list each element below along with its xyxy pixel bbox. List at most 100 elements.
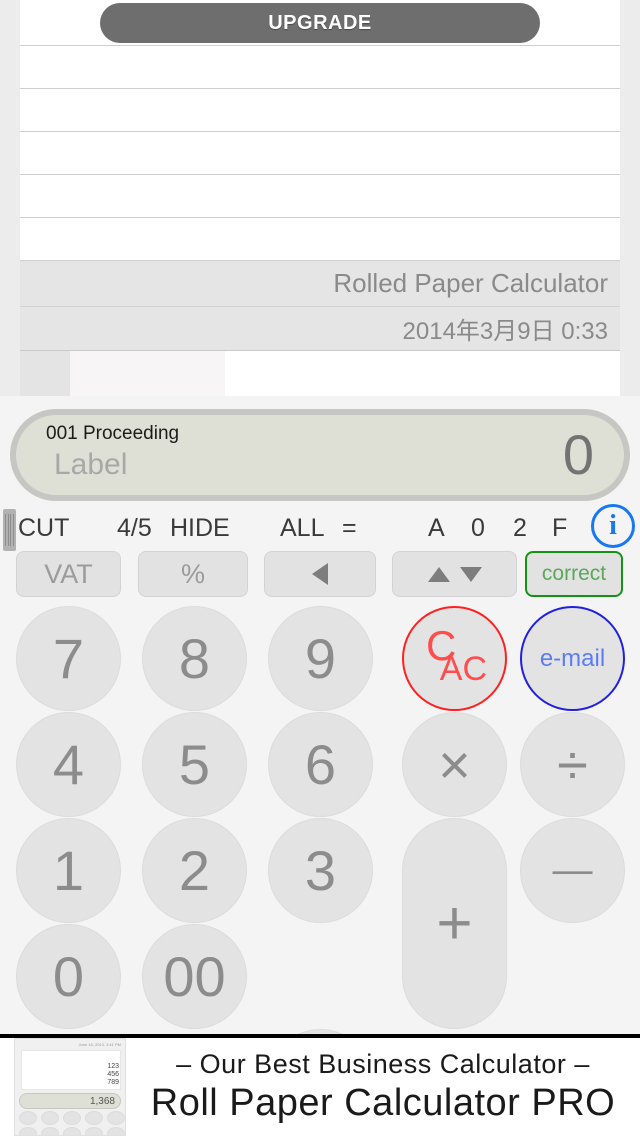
key-3[interactable]: 3 [268,818,373,923]
keypad: 7 8 9 C AC e-mail 4 5 6 × ÷ 1 2 3 + — 0 [0,604,640,1136]
percent-label: % [180,558,205,589]
backspace-button[interactable] [264,551,376,597]
tape-row[interactable] [20,132,620,175]
status-digit-0[interactable]: 0 [471,514,485,543]
ad-thumb-key [41,1127,59,1135]
tape-entry-label-cell[interactable] [70,351,225,402]
calculator-app: UPGRADE Rolled Paper Calculator 2014年3月9… [0,0,640,1136]
ad-tagline: – Our Best Business Calculator – [176,1049,590,1079]
ad-thumb-number: 456 [107,1071,119,1078]
multiply-icon: × [438,733,471,796]
ad-thumb-keypad [19,1111,125,1135]
tape-row[interactable] [20,218,620,261]
tape-row[interactable] [20,175,620,218]
percent-button[interactable]: % [138,551,248,597]
status-digit-2[interactable]: 2 [513,514,527,543]
plus-icon: + [436,889,473,958]
key-6[interactable]: 6 [268,712,373,817]
key-4[interactable]: 4 [16,712,121,817]
ad-thumb-key [85,1111,103,1125]
ad-thumb-key [85,1127,103,1135]
key-3-label: 3 [304,839,337,902]
clear-all-button[interactable]: C AC [402,606,507,711]
key-2[interactable]: 2 [142,818,247,923]
tape-date: 2014年3月9日 0:33 [402,318,608,345]
ad-thumb-key [19,1127,37,1135]
key-9[interactable]: 9 [268,606,373,711]
key-4-label: 4 [52,733,85,796]
ad-banner[interactable]: June 16, 2013, 3:41 PM 123 456 789 1,368 [0,1034,640,1136]
key-1[interactable]: 1 [16,818,121,923]
function-button-row: VAT % correct [0,551,640,597]
ad-thumb-key [63,1111,81,1125]
ad-thumb-total: 1,368 [89,1096,115,1107]
correct-button[interactable]: correct [525,551,623,597]
divide-button[interactable]: ÷ [520,712,625,817]
tape-entry-marker-cell[interactable] [20,351,70,402]
paper-tape-area[interactable]: UPGRADE Rolled Paper Calculator 2014年3月9… [0,0,640,403]
tape-row[interactable] [20,89,620,132]
ad-thumb-number: 789 [107,1079,119,1086]
ad-product-name: Roll Paper Calculator PRO [150,1082,616,1124]
tape-date-row[interactable]: 2014年3月9日 0:33 [20,307,620,351]
ad-thumb-key [107,1111,125,1125]
display-value: 0 [562,423,594,486]
status-format[interactable]: F [552,514,567,543]
triangle-left-icon [312,563,328,585]
key-0[interactable]: 0 [16,924,121,1029]
key-00-label: 00 [163,945,226,1008]
upgrade-button[interactable]: UPGRADE [100,3,540,43]
key-7-label: 7 [52,627,85,690]
key-5-label: 5 [178,733,211,796]
paper-tape-sheet[interactable]: UPGRADE Rolled Paper Calculator 2014年3月9… [20,0,620,403]
email-label: e-mail [539,644,606,672]
upgrade-label: UPGRADE [268,11,372,34]
ad-thumb-date: June 16, 2013, 3:41 PM [78,1042,121,1047]
triangle-down-icon[interactable] [459,566,482,582]
status-rounding[interactable]: 4/5 [117,514,152,543]
info-icon-glyph: i [609,510,617,541]
tape-title-row[interactable]: Rolled Paper Calculator [20,261,620,307]
calculator-body: 001 Proceeding Label 0 CUT 4/5 HIDE ALL … [0,396,640,1136]
status-all[interactable]: ALL [280,514,324,543]
entry-serial-text: 001 Proceeding [46,423,180,444]
key-8-label: 8 [178,627,211,690]
key-7[interactable]: 7 [16,606,121,711]
upgrade-row: UPGRADE [20,0,620,46]
tape-entry-value-cell[interactable] [225,351,620,402]
status-indicator-row: CUT 4/5 HIDE ALL = A 0 2 F [0,514,640,548]
ad-thumbnail: June 16, 2013, 3:41 PM 123 456 789 1,368 [14,1038,126,1136]
ad-thumb-key [41,1111,59,1125]
clear-all-label: AC [439,650,487,688]
key-9-label: 9 [304,627,337,690]
ad-text: – Our Best Business Calculator – Roll Pa… [126,1049,640,1125]
scroll-updown-button[interactable] [392,551,517,597]
label-input[interactable]: Label [54,448,127,482]
lcd-display[interactable]: 001 Proceeding Label 0 [16,415,624,495]
key-6-label: 6 [304,733,337,796]
ad-thumb-number: 123 [107,1063,119,1070]
ad-thumb-key [63,1127,81,1135]
ad-thumb-key [107,1127,125,1135]
lcd-display-bezel: 001 Proceeding Label 0 [10,409,630,501]
plus-button[interactable]: + [402,818,507,1029]
ad-thumb-lcd: 1,368 [19,1093,121,1109]
status-cut[interactable]: CUT [18,514,69,543]
vat-button[interactable]: VAT [16,551,121,597]
key-1-label: 1 [52,839,85,902]
status-equals[interactable]: = [342,514,357,543]
key-2-label: 2 [178,839,211,902]
tape-title: Rolled Paper Calculator [333,268,608,298]
tape-row[interactable] [20,46,620,89]
key-8[interactable]: 8 [142,606,247,711]
info-icon[interactable]: i [591,504,635,548]
email-button[interactable]: e-mail [520,606,625,711]
status-hide[interactable]: HIDE [170,514,230,543]
multiply-button[interactable]: × [402,712,507,817]
status-memory[interactable]: A [428,514,445,543]
key-00[interactable]: 00 [142,924,247,1029]
minus-button[interactable]: — [520,818,625,923]
minus-icon: — [552,848,593,892]
key-5[interactable]: 5 [142,712,247,817]
triangle-up-icon[interactable] [427,566,450,582]
